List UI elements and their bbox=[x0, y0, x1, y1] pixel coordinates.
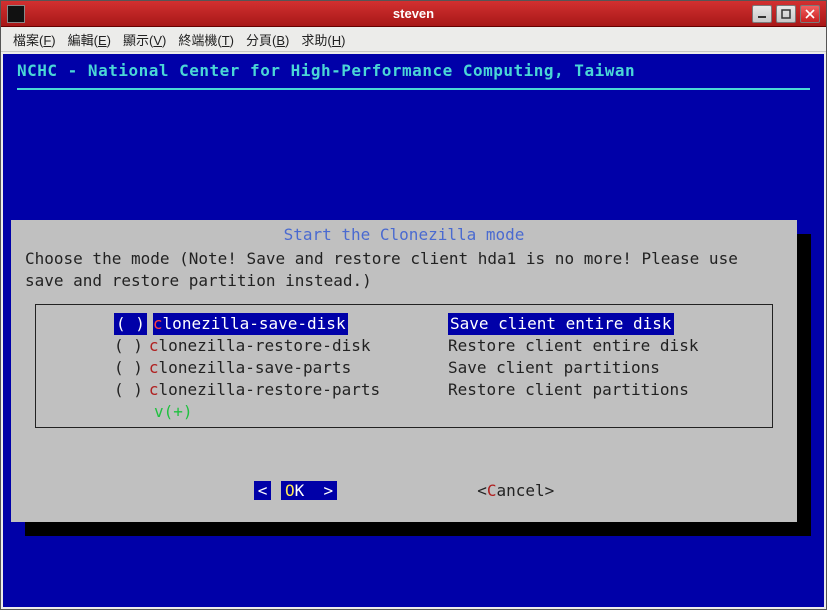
terminal[interactable]: NCHC - National Center for High-Performa… bbox=[3, 54, 824, 607]
option-name: clonezilla-save-disk bbox=[153, 313, 348, 335]
radio-marker: ( ) bbox=[114, 379, 143, 401]
dialog-buttons: < OK > <Cancel> bbox=[11, 480, 797, 502]
menu-tabs[interactable]: 分頁(B) bbox=[242, 28, 293, 51]
option-name: clonezilla-save-parts bbox=[149, 357, 351, 379]
option-name: clonezilla-restore-disk bbox=[149, 335, 371, 357]
radio-marker: ( ) bbox=[114, 313, 147, 335]
option-clonezilla-save-parts[interactable]: ( ) clonezilla-save-parts Save client part… bbox=[36, 357, 772, 379]
menu-file[interactable]: 檔案(F) bbox=[9, 28, 60, 51]
radio-marker: ( ) bbox=[114, 357, 143, 379]
radio-marker: ( ) bbox=[114, 335, 143, 357]
minimize-icon bbox=[757, 9, 767, 19]
option-clonezilla-restore-parts[interactable]: ( ) clonezilla-restore-parts Restore clien… bbox=[36, 379, 772, 401]
terminal-icon bbox=[7, 5, 25, 23]
menu-view[interactable]: 顯示(V) bbox=[119, 28, 170, 51]
maximize-button[interactable] bbox=[776, 5, 796, 23]
menubar: 檔案(F) 編輯(E) 顯示(V) 終端機(T) 分頁(B) 求助(H) bbox=[1, 27, 826, 52]
option-desc: Save client entire disk bbox=[448, 313, 674, 335]
option-name: clonezilla-restore-parts bbox=[149, 379, 380, 401]
option-clonezilla-restore-disk[interactable]: ( ) clonezilla-restore-disk Restore client… bbox=[36, 335, 772, 357]
more-indicator: v(+) bbox=[36, 401, 772, 423]
dialog-title: Start the Clonezilla mode bbox=[11, 224, 797, 246]
option-box: ( ) clonezilla-save-disk Save client entir… bbox=[35, 304, 773, 428]
close-button[interactable] bbox=[800, 5, 820, 23]
option-desc: Save client partitions bbox=[448, 357, 660, 379]
dialog-text: Choose the mode (Note! Save and restore … bbox=[25, 248, 783, 292]
maximize-icon bbox=[781, 9, 791, 19]
titlebar[interactable]: steven bbox=[1, 1, 826, 27]
header-text: NCHC - National Center for High-Performa… bbox=[17, 60, 635, 82]
window-title: steven bbox=[393, 6, 434, 21]
menu-help[interactable]: 求助(H) bbox=[297, 28, 349, 51]
menu-terminal[interactable]: 終端機(T) bbox=[174, 28, 238, 51]
cancel-button[interactable]: <Cancel> bbox=[477, 480, 554, 502]
minimize-button[interactable] bbox=[752, 5, 772, 23]
app-window: steven 檔案(F) 編輯(E) 顯示(V) 終端機(T) 分頁(B) 求助… bbox=[0, 0, 827, 610]
ok-button[interactable]: < OK > bbox=[254, 480, 337, 502]
header-rule bbox=[17, 88, 810, 90]
client-area: NCHC - National Center for High-Performa… bbox=[1, 52, 826, 609]
window-buttons bbox=[752, 5, 820, 23]
option-desc: Restore client partitions bbox=[448, 379, 689, 401]
option-clonezilla-save-disk[interactable]: ( ) clonezilla-save-disk Save client entir… bbox=[36, 313, 772, 335]
option-desc: Restore client entire disk bbox=[448, 335, 698, 357]
close-icon bbox=[805, 9, 815, 19]
mode-dialog: Start the Clonezilla mode Choose the mod… bbox=[11, 220, 797, 522]
menu-edit[interactable]: 編輯(E) bbox=[64, 28, 115, 51]
